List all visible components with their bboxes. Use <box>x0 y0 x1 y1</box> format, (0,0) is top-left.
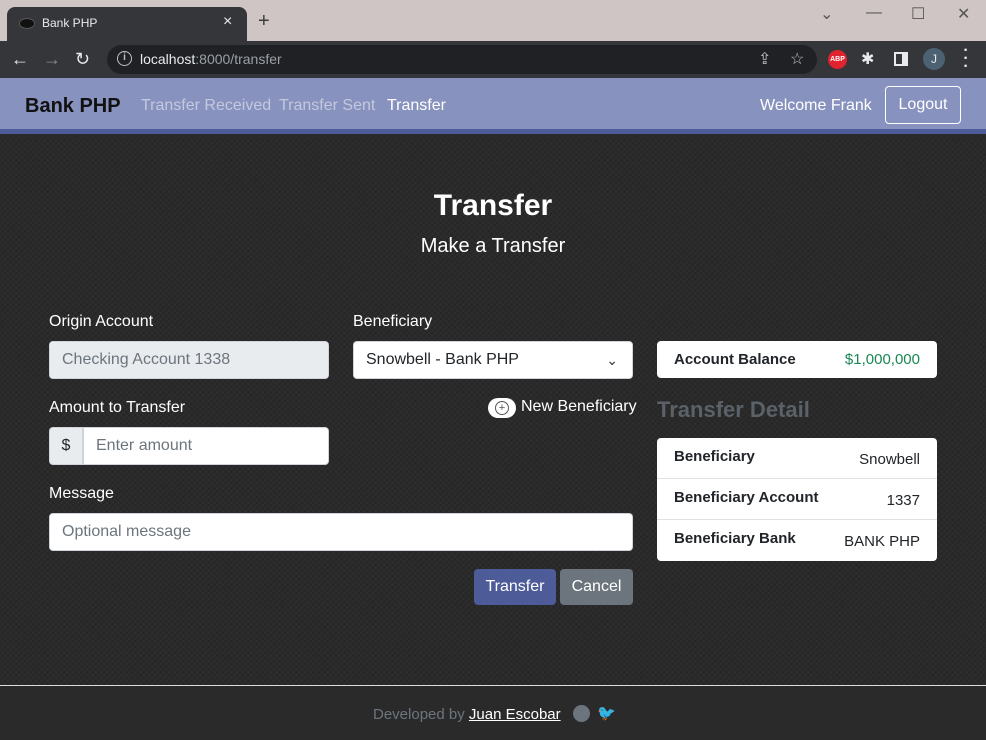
php-favicon-icon <box>19 18 35 29</box>
new-beneficiary-label: New Beneficiary <box>521 398 637 415</box>
page-subtitle: Make a Transfer <box>420 235 566 257</box>
forward-button[interactable]: → <box>43 49 61 69</box>
nav-transfer-sent[interactable]: Transfer Sent <box>279 97 375 115</box>
profile-avatar[interactable]: J <box>923 48 945 70</box>
detail-row: Beneficiary Bank BANK PHP <box>657 520 937 561</box>
back-button[interactable]: ← <box>11 49 29 69</box>
tab-search-icon[interactable]: ⌄ <box>820 4 833 24</box>
browser-toolbar: ← → ↻ i localhost:8000/transfer ⇪ ☆ ABP … <box>0 41 986 78</box>
browser-titlebar: Bank PHP × + ⌄ — ☐ ✕ <box>0 0 986 41</box>
origin-account-label: Origin Account <box>49 313 154 330</box>
maximize-button[interactable]: ☐ <box>911 4 925 24</box>
extensions-puzzle-icon[interactable]: ✱ <box>861 49 874 69</box>
author-link[interactable]: Juan Escobar <box>469 706 561 723</box>
transfer-button[interactable]: Transfer <box>474 569 556 605</box>
tab-title: Bank PHP <box>42 16 98 30</box>
beneficiary-selected-value: Snowbell - Bank PHP <box>366 351 519 368</box>
new-beneficiary-pill: + <box>488 398 516 418</box>
browser-menu-icon[interactable]: · · · <box>962 43 970 75</box>
balance-value: $1,000,000 <box>844 351 920 368</box>
detail-value: BANK PHP <box>844 533 920 550</box>
detail-key: Beneficiary Account <box>674 489 819 506</box>
footer: Developed by Juan Escobar 🐦 <box>0 686 986 740</box>
adblock-extension-icon[interactable]: ABP <box>828 50 847 69</box>
amount-input[interactable]: Enter amount <box>83 427 329 465</box>
browser-tab[interactable]: Bank PHP × <box>7 7 247 41</box>
brand-logo[interactable]: Bank PHP <box>25 95 121 118</box>
plus-circle-icon: + <box>495 401 509 415</box>
close-window-button[interactable]: ✕ <box>957 4 970 24</box>
nav-transfer[interactable]: Transfer <box>387 97 446 115</box>
account-balance-card: Account Balance $1,000,000 <box>657 341 937 378</box>
main-content: Transfer Make a Transfer Origin Account … <box>0 139 986 685</box>
cancel-button[interactable]: Cancel <box>560 569 633 605</box>
beneficiary-select[interactable]: Snowbell - Bank PHP ⌄ <box>353 341 633 379</box>
currency-prefix: $ <box>49 427 83 465</box>
transfer-detail-title: Transfer Detail <box>657 397 810 422</box>
detail-value: 1337 <box>886 492 920 509</box>
balance-label: Account Balance <box>674 351 796 368</box>
twitter-icon[interactable]: 🐦 <box>597 704 616 722</box>
beneficiary-label: Beneficiary <box>353 313 433 330</box>
tab-close-icon[interactable]: × <box>223 13 232 31</box>
transfer-detail-list: Beneficiary Snowbell Beneficiary Account… <box>657 438 937 561</box>
welcome-text: Welcome Frank <box>760 97 872 114</box>
detail-row: Beneficiary Snowbell <box>657 438 937 479</box>
chevron-down-icon: ⌄ <box>606 352 618 368</box>
page-title: Transfer <box>433 189 553 222</box>
url-path: :8000/transfer <box>195 51 282 67</box>
app-navbar: Bank PHP Transfer Received Transfer Sent… <box>0 78 986 134</box>
detail-value: Snowbell <box>859 451 920 468</box>
address-bar[interactable]: i localhost:8000/transfer ⇪ ☆ <box>107 45 817 74</box>
bookmark-star-icon[interactable]: ☆ <box>790 49 804 69</box>
reload-button[interactable]: ↻ <box>75 49 90 69</box>
origin-account-field: Checking Account 1338 <box>49 341 329 379</box>
github-icon[interactable] <box>573 705 590 722</box>
detail-row: Beneficiary Account 1337 <box>657 479 937 520</box>
url-text[interactable]: localhost:8000/transfer <box>140 51 282 67</box>
site-info-icon[interactable]: i <box>117 51 132 66</box>
footer-text: Developed by Juan Escobar <box>373 706 561 723</box>
detail-key: Beneficiary <box>674 448 755 465</box>
message-input[interactable]: Optional message <box>49 513 633 551</box>
minimize-button[interactable]: — <box>866 4 882 22</box>
amount-label: Amount to Transfer <box>49 399 186 416</box>
logout-button[interactable]: Logout <box>885 86 961 124</box>
new-tab-button[interactable]: + <box>258 11 270 31</box>
detail-key: Beneficiary Bank <box>674 530 796 547</box>
message-label: Message <box>49 485 114 502</box>
nav-transfer-received[interactable]: Transfer Received <box>141 97 271 115</box>
url-host: localhost <box>140 51 196 67</box>
share-icon[interactable]: ⇪ <box>758 49 771 69</box>
side-panel-icon[interactable] <box>894 52 908 66</box>
footer-prefix: Developed by <box>373 706 469 723</box>
